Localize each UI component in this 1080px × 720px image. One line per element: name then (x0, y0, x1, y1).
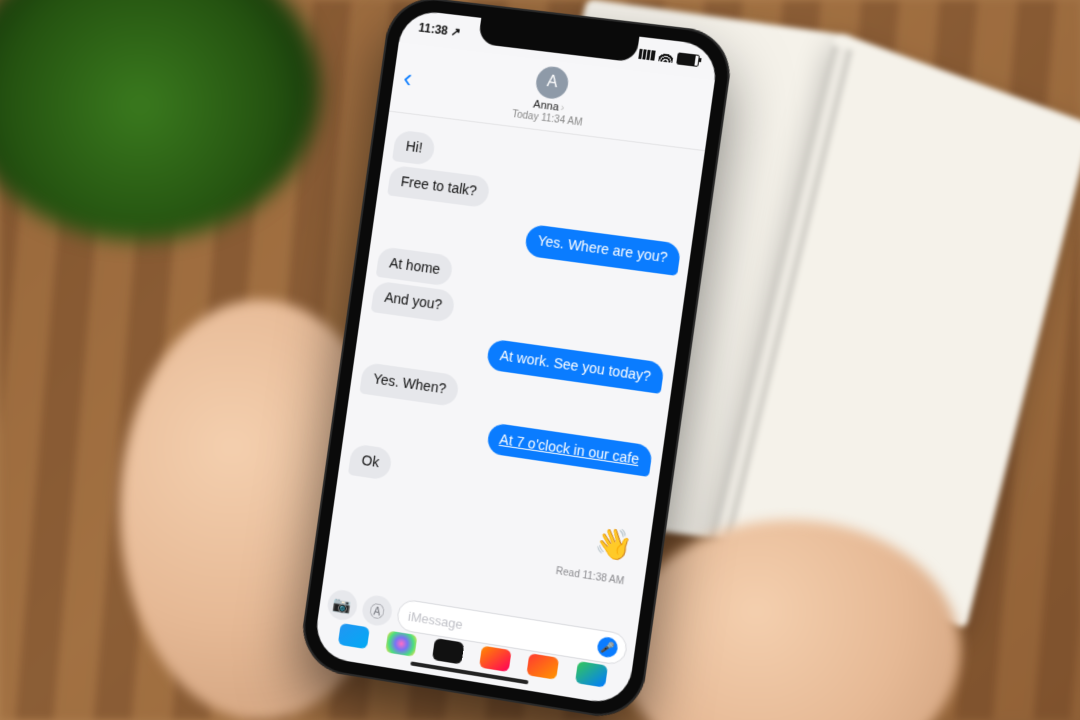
cellular-icon (638, 49, 655, 61)
message-thread[interactable]: Hi! Free to talk? Yes. Where are you? At… (326, 111, 705, 611)
battery-icon (676, 52, 700, 67)
apple-pay-app-icon[interactable] (432, 638, 464, 664)
status-time: 11:38 ⁠↗ (418, 21, 462, 40)
contact-avatar[interactable]: A (534, 65, 570, 101)
message-in[interactable]: Ok (348, 443, 393, 480)
app-store-icon: Ⓐ (368, 599, 385, 622)
animoji-app-icon[interactable] (479, 646, 512, 673)
photos-app-icon[interactable] (385, 630, 417, 656)
mic-icon: 🎤 (600, 640, 616, 655)
message-out-emoji[interactable]: 👋 (587, 521, 642, 567)
mic-button[interactable]: 🎤 (596, 636, 619, 659)
message-in[interactable]: At home (376, 246, 454, 287)
message-in[interactable]: And you? (371, 280, 456, 322)
stickers-app-icon[interactable] (527, 653, 560, 680)
more-apps-icon[interactable] (575, 661, 608, 688)
wifi-icon (658, 51, 673, 63)
camera-icon: 📷 (332, 595, 353, 616)
app-store-app-icon[interactable] (338, 623, 370, 649)
back-button[interactable]: ‹ (401, 63, 414, 94)
message-in[interactable]: Hi! (392, 129, 436, 165)
message-in[interactable]: Yes. When? (359, 362, 460, 407)
chevron-right-icon: › (560, 102, 565, 114)
